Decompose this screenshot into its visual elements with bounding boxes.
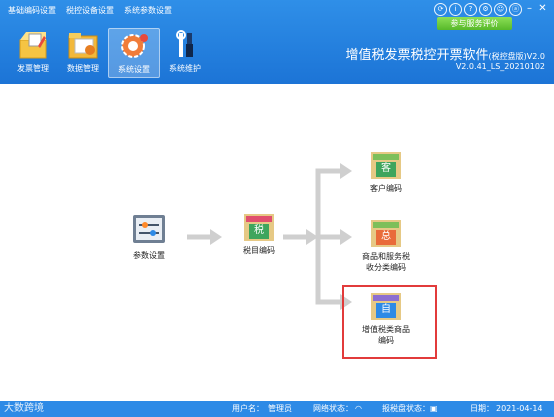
- service-evaluation-button[interactable]: 参与服务评价: [437, 17, 512, 30]
- toolbar-system-settings[interactable]: 系统设置: [108, 28, 160, 78]
- toolbar-label: 数据管理: [67, 64, 99, 73]
- app-title-text: 增值税发票税控开票软件: [345, 48, 489, 63]
- goods-label-line2: 收分类编码: [366, 263, 406, 272]
- tax-code-label: 税目编码: [243, 246, 275, 255]
- goods-label-line1: 商品和服务税: [362, 252, 410, 261]
- toolbar-invoice-management[interactable]: 发票管理: [8, 28, 58, 76]
- status-network-label: 网络状态：: [313, 404, 353, 413]
- app-edition: (税控盘版): [488, 52, 527, 61]
- refresh-icon[interactable]: ⟳: [434, 3, 447, 16]
- status-user: 管理员: [268, 404, 292, 413]
- gear-settings-icon: [121, 34, 148, 58]
- app-version: V2.0.41_LS_20210102: [455, 62, 545, 71]
- toolbar-label: 系统设置: [118, 65, 150, 74]
- toolbar-label: 发票管理: [17, 64, 49, 73]
- toolbar-label: 系统维护: [169, 64, 201, 73]
- watermark: 大数跨境: [4, 403, 44, 414]
- param-settings-label: 参数设置: [133, 251, 165, 260]
- goods-services-code-node[interactable]: 总 商品和服务税 收分类编码: [350, 218, 422, 273]
- status-date: 2021-04-14: [496, 404, 543, 413]
- customer-badge: 客: [381, 163, 391, 174]
- param-settings-node[interactable]: 参数设置: [120, 214, 178, 261]
- status-date-label: 日期：: [470, 404, 494, 413]
- app-title: 增值税发票税控开票软件(税控盘版)V2.0: [346, 44, 545, 63]
- settings-icon[interactable]: ⚙: [479, 3, 492, 16]
- folder-data-icon: [68, 33, 98, 59]
- flow-canvas: 参数设置 税 税目编码 客 客户编码 总 商品和服务税 收分类编码 自 增值税类…: [0, 84, 554, 401]
- toolbar-data-management[interactable]: 数据管理: [58, 28, 108, 76]
- tax-badge: 税: [254, 225, 264, 236]
- status-disk-label: 报税盘状态：: [382, 404, 430, 413]
- menu-system-params[interactable]: 系统参数设置: [124, 5, 172, 16]
- menu-tax-device[interactable]: 税控设备设置: [66, 5, 114, 16]
- settings-sliders-icon: [133, 215, 165, 243]
- window-controls: ⟳ i ? ⚙ ☺ ⓐ – ✕: [434, 3, 548, 16]
- tax-book-icon: 税: [241, 212, 277, 242]
- minimize-icon[interactable]: –: [524, 3, 535, 14]
- customer-code-label: 客户编码: [370, 184, 402, 193]
- tools-icon: [176, 30, 193, 57]
- invoice-box-icon: [19, 32, 47, 59]
- info-icon[interactable]: i: [449, 3, 462, 16]
- selection-highlight: [342, 285, 437, 359]
- goods-badge: 总: [381, 231, 391, 242]
- about-icon[interactable]: ⓐ: [509, 3, 522, 16]
- top-menu: 基础编码设置 税控设备设置 系统参数设置: [8, 5, 172, 16]
- user-icon[interactable]: ☺: [494, 3, 507, 16]
- close-icon[interactable]: ✕: [537, 3, 548, 14]
- wifi-icon: ◠: [355, 404, 362, 413]
- customer-code-node[interactable]: 客 客户编码: [356, 150, 416, 194]
- menu-basic-code[interactable]: 基础编码设置: [8, 5, 56, 16]
- help-icon[interactable]: ?: [464, 3, 477, 16]
- main-toolbar: 发票管理 数据管理 系统设置 系统维护: [8, 28, 210, 78]
- app-header: 基础编码设置 税控设备设置 系统参数设置 ⟳ i ? ⚙ ☺ ⓐ – ✕ 参与服…: [0, 0, 554, 84]
- disk-status-icon: ▣: [430, 404, 438, 413]
- status-user-label: 用户名：: [232, 404, 264, 413]
- app-version-suffix: V2.0: [526, 52, 545, 61]
- toolbar-system-maintenance[interactable]: 系统维护: [160, 28, 210, 76]
- customer-book-icon: 客: [368, 150, 404, 180]
- goods-book-icon: 总: [368, 218, 404, 248]
- status-bar: 大数跨境 用户名： 管理员 网络状态： ◠ 报税盘状态： ▣ 日期： 2021-…: [0, 401, 554, 417]
- tax-code-node[interactable]: 税 税目编码: [230, 212, 288, 256]
